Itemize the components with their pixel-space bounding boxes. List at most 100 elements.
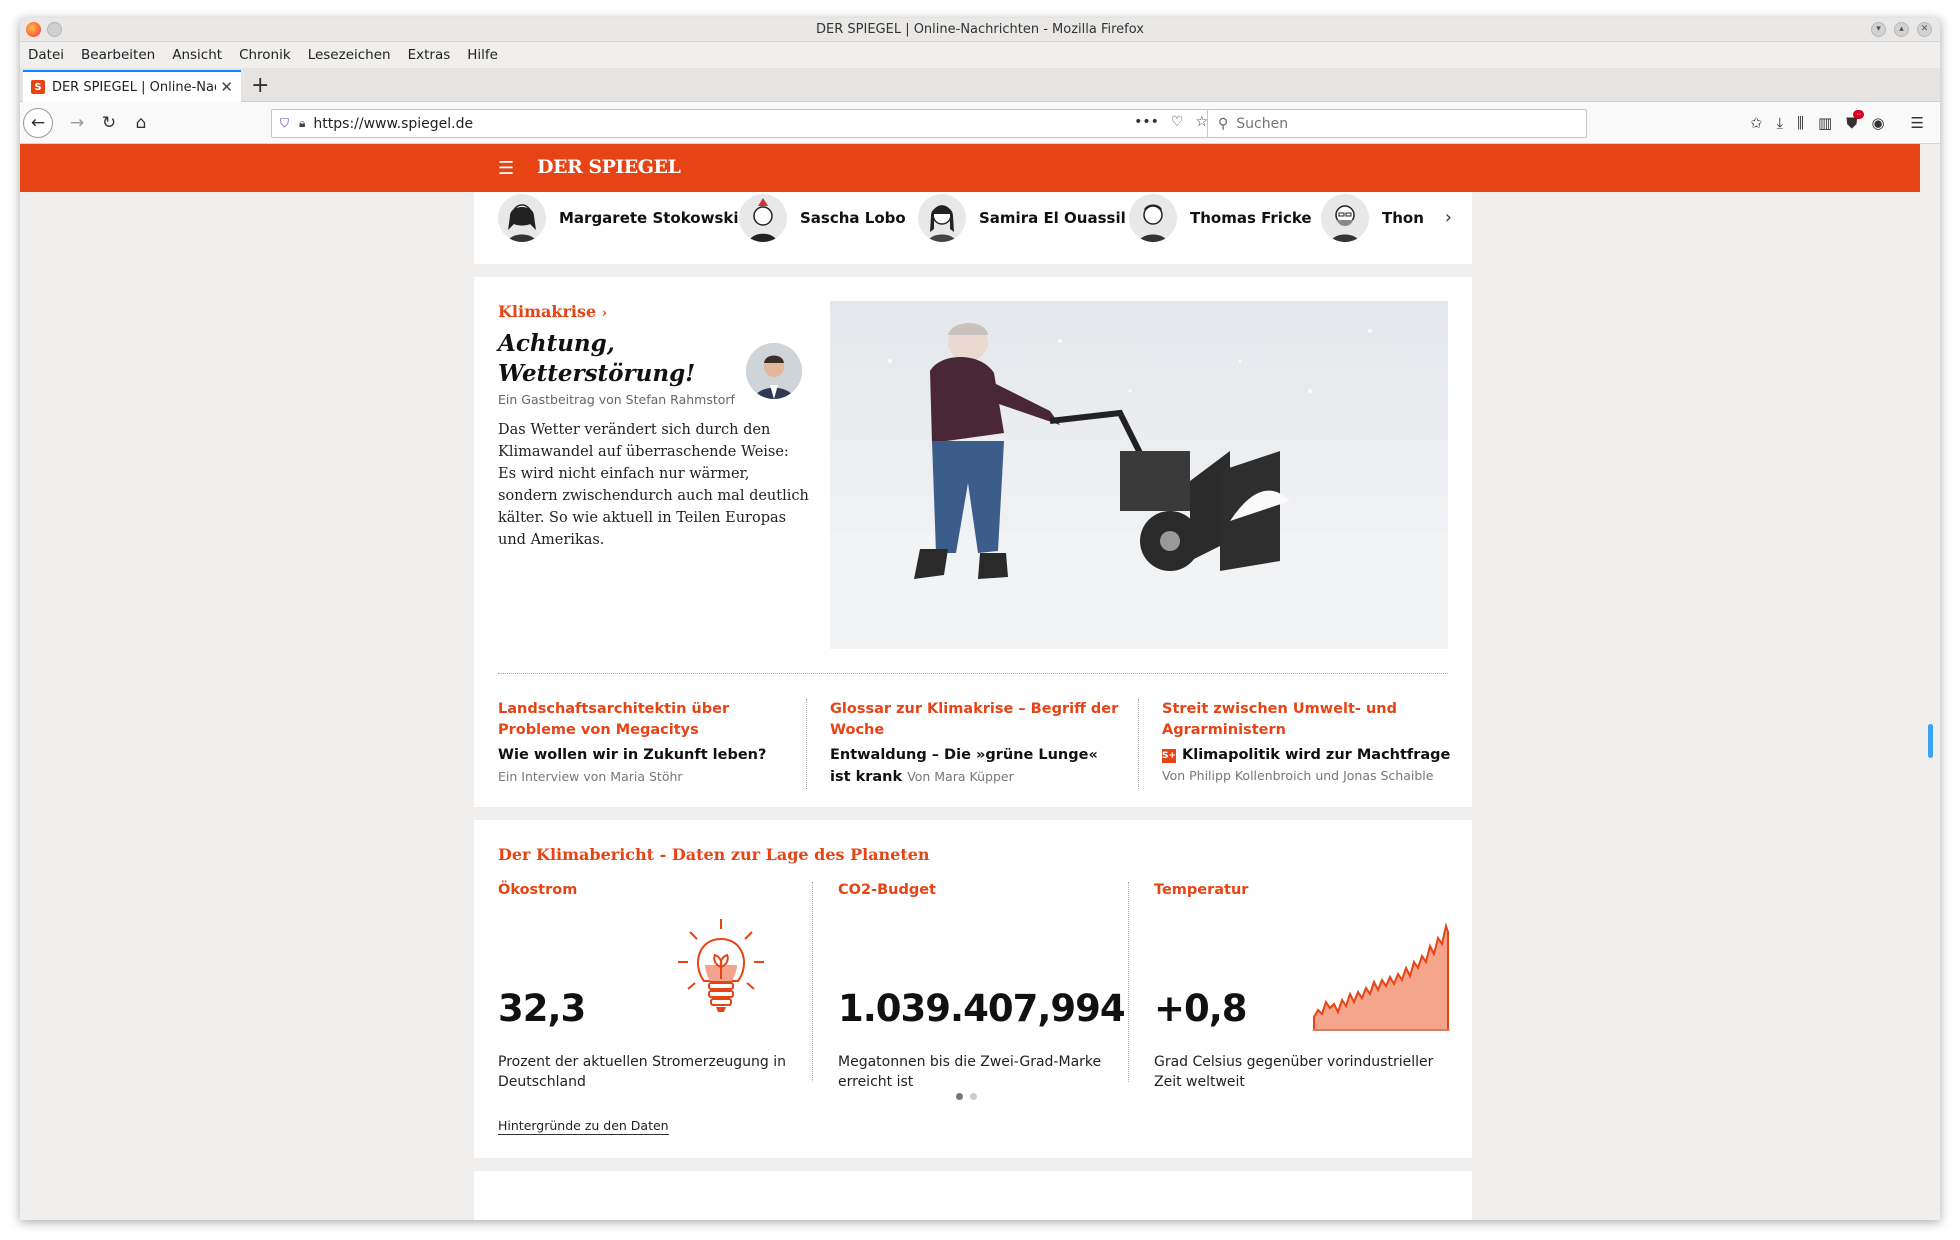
site-menu-icon[interactable]: ☰	[498, 158, 514, 179]
spiegel-favicon-icon: S	[31, 80, 45, 94]
author-name: Margarete Stokowski	[559, 209, 739, 227]
minimize-icon[interactable]: ▾	[1871, 22, 1886, 37]
ublock-icon[interactable]: ⛊ ··	[1846, 110, 1865, 132]
avatar	[1321, 194, 1369, 242]
spiegel-plus-badge: S+	[1161, 749, 1177, 763]
spiegel-logo[interactable]: DER SPIEGEL	[537, 156, 681, 178]
hamburger-menu-icon[interactable]: ☰	[1911, 114, 1924, 132]
author-item[interactable]: Thon	[1321, 194, 1424, 242]
navigation-toolbar: ← → ↻ ⌂ ⛉ 🔒︎ https://www.spiegel.de ••• …	[20, 102, 1940, 144]
sub-article-headline: Entwaldung – Die »grüne Lunge« ist krank…	[830, 747, 1098, 785]
maximize-icon[interactable]: ▴	[1894, 22, 1909, 37]
data-description: Megatonnen bis die Zwei-Grad-Marke errei…	[838, 1054, 1102, 1090]
divider	[812, 882, 813, 1082]
search-input[interactable]	[1236, 115, 1567, 132]
sub-article-meta: Von Philipp Kollenbroich und Jonas Schai…	[1162, 768, 1434, 783]
author-name: Sascha Lobo	[800, 209, 906, 227]
downloads-icon[interactable]: ⤓	[1776, 114, 1783, 132]
author-item[interactable]: Samira El Ouassil	[918, 194, 1126, 242]
pocket-icon[interactable]: ♡	[1171, 114, 1184, 130]
avatar	[498, 194, 546, 242]
close-window-icon[interactable]: ✕	[1917, 22, 1932, 37]
avatar	[739, 194, 787, 242]
scrollbar[interactable]	[1922, 144, 1940, 1220]
sub-article-kicker: Streit zwischen Umwelt- und Agrarministe…	[1162, 701, 1397, 738]
sub-article[interactable]: Streit zwischen Umwelt- und Agrarministe…	[1162, 699, 1452, 783]
data-column-co2-budget[interactable]: CO2-Budget 1.039.407,994 Megatonnen bis …	[838, 882, 1138, 1090]
temperature-chart-icon	[1312, 922, 1450, 1036]
carousel-dot[interactable]	[956, 1093, 963, 1100]
article-teaser[interactable]: Das Wetter verändert sich durch den Klim…	[498, 419, 810, 551]
account-icon[interactable]: ◉	[1871, 114, 1884, 132]
article-kicker[interactable]: Klimakrise ›	[498, 302, 607, 321]
sub-article-kicker: Glossar zur Klimakrise – Begriff der Woc…	[830, 701, 1119, 738]
bookmarks-menu-icon[interactable]: ✩	[1750, 114, 1763, 132]
author-name: Thon	[1382, 209, 1424, 227]
page-content: ☰ DER SPIEGEL Margarete Stokowski Sascha…	[20, 144, 1940, 1220]
next-section-card	[474, 1171, 1472, 1220]
data-column-oekostrom[interactable]: Ökostrom 32,3 Prozent der aktuellen Stro…	[498, 882, 798, 1090]
data-value: 1.039.407,994	[838, 987, 1126, 1030]
sub-article[interactable]: Landschaftsarchitektin über Probleme von…	[498, 699, 788, 788]
article-byline: Ein Gastbeitrag von Stefan Rahmstorf	[498, 392, 735, 407]
spiegel-header: ☰ DER SPIEGEL	[20, 144, 1920, 192]
search-bar[interactable]: ⚲	[1207, 109, 1587, 138]
author-name: Thomas Fricke	[1190, 209, 1312, 227]
klimabericht-section: Der Klimabericht - Daten zur Lage des Pl…	[474, 820, 1472, 1158]
lock-icon[interactable]: 🔒︎	[299, 116, 305, 131]
author-item[interactable]: Margarete Stokowski	[498, 194, 739, 242]
close-tab-icon[interactable]: ✕	[220, 78, 233, 96]
sub-article-headline: S+ Klimapolitik wird zur Machtfrage	[1161, 747, 1451, 763]
avatar	[1129, 194, 1177, 242]
url-bar[interactable]: ⛉ 🔒︎ https://www.spiegel.de ••• ♡ ☆	[271, 109, 1217, 138]
data-value: 32,3	[498, 987, 586, 1030]
tab-bar: S DER SPIEGEL | Online-Nac ✕ +	[20, 68, 1940, 102]
sidebar-icon[interactable]: ▥	[1818, 114, 1832, 132]
forward-icon[interactable]: →	[64, 110, 90, 136]
divider	[1138, 699, 1139, 789]
tab-label: DER SPIEGEL | Online-Nac	[51, 79, 217, 95]
feature-article: Klimakrise › Achtung, Wetterstörung! Ein…	[474, 277, 1472, 807]
snowblower-photo[interactable]	[830, 301, 1448, 649]
menu-ansicht[interactable]: Ansicht	[172, 47, 222, 63]
divider	[806, 699, 807, 789]
url-text[interactable]: https://www.spiegel.de	[313, 116, 473, 132]
author-avatar	[746, 343, 802, 399]
carousel-dots	[956, 1093, 977, 1100]
menu-chronik[interactable]: Chronik	[239, 47, 291, 63]
chevron-right-icon[interactable]: ›	[1445, 207, 1452, 228]
divider	[498, 673, 1448, 674]
menu-hilfe[interactable]: Hilfe	[467, 47, 498, 63]
carousel-dot[interactable]	[970, 1093, 977, 1100]
new-tab-icon[interactable]: +	[251, 73, 269, 98]
author-item[interactable]: Sascha Lobo	[739, 194, 906, 242]
article-headline[interactable]: Achtung, Wetterstörung!	[498, 329, 718, 389]
authors-strip: Margarete Stokowski Sascha Lobo Samira E…	[474, 192, 1472, 264]
menu-datei[interactable]: Datei	[28, 47, 64, 63]
back-icon[interactable]: ←	[23, 108, 53, 138]
reload-icon[interactable]: ↻	[96, 110, 122, 136]
tab-spiegel[interactable]: S DER SPIEGEL | Online-Nac ✕	[23, 70, 241, 102]
library-icon[interactable]: ⫼	[1797, 114, 1804, 132]
tracking-protection-icon[interactable]: ⛉	[280, 116, 289, 131]
author-item[interactable]: Thomas Fricke	[1129, 194, 1312, 242]
search-icon: ⚲	[1218, 115, 1229, 132]
lightbulb-icon	[676, 917, 766, 1026]
chevron-right-icon: ›	[601, 306, 607, 321]
sub-article-meta: Von Mara Küpper	[907, 769, 1014, 784]
menu-extras[interactable]: Extras	[408, 47, 451, 63]
sub-article[interactable]: Glossar zur Klimakrise – Begriff der Woc…	[830, 699, 1120, 788]
menu-lesezeichen[interactable]: Lesezeichen	[308, 47, 391, 63]
data-column-title: Temperatur	[1154, 882, 1249, 898]
data-description: Prozent der aktuellen Stromerzeugung in …	[498, 1054, 787, 1090]
menu-bearbeiten[interactable]: Bearbeiten	[81, 47, 155, 63]
home-icon[interactable]: ⌂	[128, 110, 154, 136]
scrollbar-thumb[interactable]	[1928, 724, 1933, 758]
data-description: Grad Celsius gegenüber vorindustrieller …	[1154, 1054, 1434, 1090]
browser-window: DER SPIEGEL | Online-Nachrichten - Mozil…	[20, 18, 1940, 1220]
page-actions-icon[interactable]: •••	[1134, 114, 1159, 130]
section-title[interactable]: Der Klimabericht - Daten zur Lage des Pl…	[498, 845, 930, 864]
background-data-link[interactable]: Hintergründe zu den Daten	[498, 1118, 669, 1135]
data-column-temperatur[interactable]: Temperatur +0,8 Grad Celsius gegenüber v…	[1154, 882, 1454, 1090]
data-column-title: CO2-Budget	[838, 882, 936, 898]
